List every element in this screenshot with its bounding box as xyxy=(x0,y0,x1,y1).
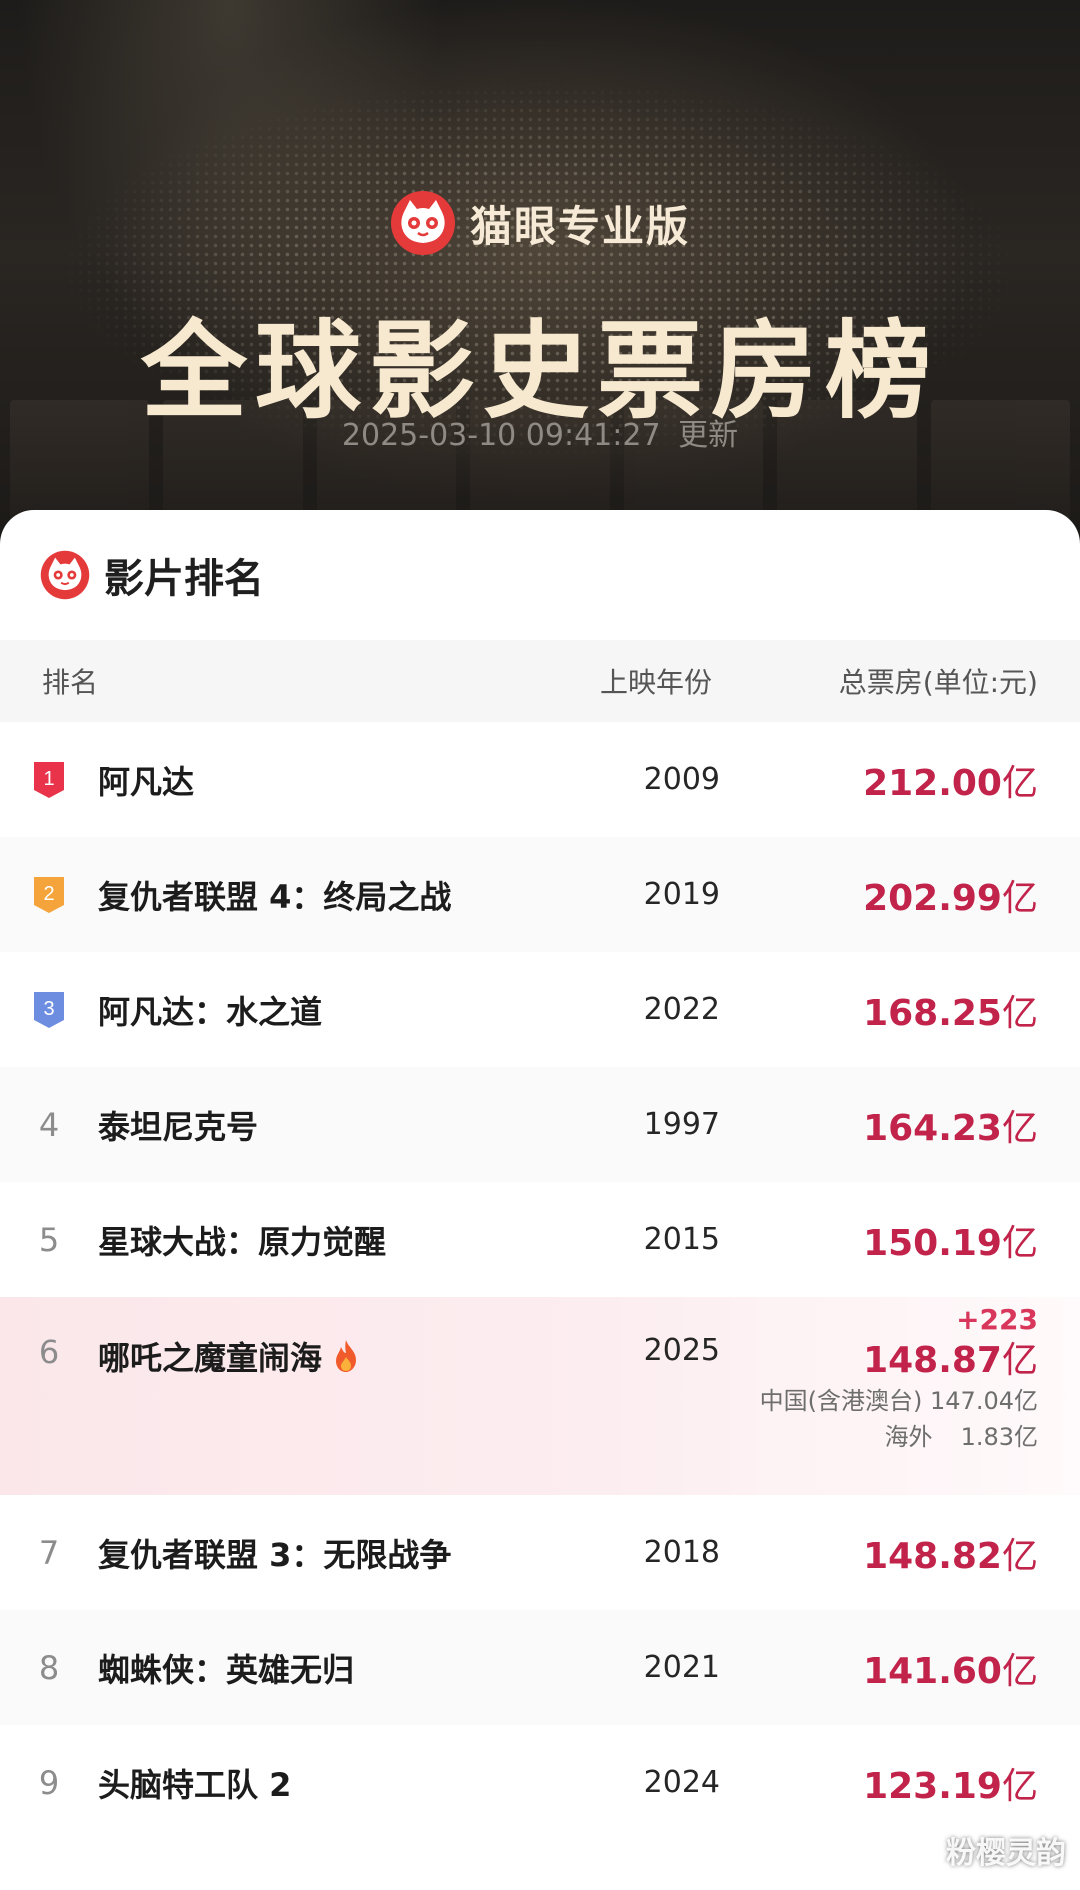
watermark: 粉樱灵韵 xyxy=(946,1836,1066,1871)
release-year: 2021 xyxy=(643,1650,720,1685)
release-year: 2009 xyxy=(643,762,720,797)
release-year: 2019 xyxy=(643,877,720,912)
table-row[interactable]: 5 星球大战：原力觉醒 2015 150.19亿 xyxy=(0,1182,1080,1297)
rank-cell: 7 xyxy=(0,1534,98,1572)
rank-number: 8 xyxy=(38,1648,60,1687)
release-year: 2025 xyxy=(643,1333,720,1368)
movie-title: 复仇者联盟 3：无限战争 xyxy=(98,1535,452,1574)
box-office-total: 202.99亿 xyxy=(863,877,1038,919)
rank-cell: 9 xyxy=(0,1764,98,1802)
fire-icon xyxy=(336,1340,357,1372)
box-office-china: 中国(含港澳台) 147.04亿 xyxy=(759,1387,1038,1415)
box-office-delta: +223 xyxy=(956,1303,1038,1336)
table-header: 排名 上映年份 总票房(单位:元) xyxy=(0,640,1080,722)
release-year: 1997 xyxy=(643,1107,720,1142)
rank-number: 9 xyxy=(38,1763,60,1802)
movie-title: 阿凡达：水之道 xyxy=(98,992,323,1031)
box-office-total: 150.19亿 xyxy=(863,1222,1038,1264)
rank-cell: 6 xyxy=(0,1333,98,1371)
rank-number: 5 xyxy=(38,1220,60,1259)
column-rank: 排名 xyxy=(42,666,99,699)
column-year: 上映年份 xyxy=(599,666,712,699)
movie-title: 星球大战：原力觉醒 xyxy=(98,1222,387,1261)
box-office-total: 123.19亿 xyxy=(863,1765,1038,1807)
rank-1-badge-icon: 1 xyxy=(34,761,64,798)
table-row[interactable]: 1 阿凡达 2009 212.00亿 xyxy=(0,722,1080,837)
box-office-detail: +223 148.87亿 中国(含港澳台) 147.04亿 海外 1.83亿 xyxy=(720,1297,1080,1455)
movie-title: 头脑特工队 2 xyxy=(98,1765,292,1804)
release-year: 2018 xyxy=(643,1535,720,1570)
movie-title: 蜘蛛侠：英雄无归 xyxy=(98,1650,355,1689)
update-suffix: 更新 xyxy=(678,418,739,453)
table-row[interactable]: 2 复仇者联盟 4：终局之战 2019 202.99亿 xyxy=(0,837,1080,952)
ranking-card: 影片排名 排名 上映年份 总票房(单位:元) 1 阿凡达 2009 212.00… xyxy=(0,510,1080,1890)
box-office-overseas: 海外 1.83亿 xyxy=(884,1423,1038,1451)
box-office-total: 168.25亿 xyxy=(863,992,1038,1034)
rank-cell: 8 xyxy=(0,1649,98,1687)
movie-title-cell: 哪吒之魔童闹海 xyxy=(98,1333,558,1379)
box-office-total: 148.82亿 xyxy=(863,1535,1038,1577)
rank-cell: 4 xyxy=(0,1106,98,1144)
box-office-total: 141.60亿 xyxy=(863,1650,1038,1692)
card-title: 影片排名 xyxy=(104,556,264,602)
rank-number: 6 xyxy=(38,1333,60,1371)
release-year: 2022 xyxy=(643,992,720,1027)
update-timestamp: 2025-03-10 09:41:27 更新 xyxy=(0,410,1080,454)
rank-number: 7 xyxy=(38,1533,60,1572)
table-row-highlighted[interactable]: 6 哪吒之魔童闹海 2025 +223 148.87亿 中国(含港澳台) 147… xyxy=(0,1297,1080,1495)
movie-title: 哪吒之魔童闹海 xyxy=(98,1339,323,1377)
table-row[interactable]: 4 泰坦尼克号 1997 164.23亿 xyxy=(0,1067,1080,1182)
rank-cell: 5 xyxy=(0,1221,98,1259)
box-office-total: 212.00亿 xyxy=(863,762,1038,804)
maoyan-cat-icon xyxy=(40,550,90,600)
update-time: 2025-03-10 09:41:27 xyxy=(341,418,661,453)
hero-banner: 猫眼专业版 全球影史票房榜 2025-03-10 09:41:27 更新 xyxy=(0,0,1080,560)
movie-title: 泰坦尼克号 xyxy=(98,1107,259,1146)
svg-text:3: 3 xyxy=(43,998,54,1020)
table-row[interactable]: 8 蜘蛛侠：英雄无归 2021 141.60亿 xyxy=(0,1610,1080,1725)
rank-3-badge-icon: 3 xyxy=(34,991,64,1028)
svg-text:2: 2 xyxy=(43,883,54,905)
release-year: 2015 xyxy=(643,1222,720,1257)
brand-row: 猫眼专业版 xyxy=(0,190,1080,256)
box-office-total: 148.87亿 xyxy=(863,1340,1038,1381)
rank-cell: 1 xyxy=(0,760,98,800)
ranking-list: 1 阿凡达 2009 212.00亿 2 复仇者联盟 4：终局之战 2019 2… xyxy=(0,722,1080,1840)
release-year: 2024 xyxy=(643,1765,720,1800)
rank-cell: 3 xyxy=(0,990,98,1030)
rank-number: 4 xyxy=(38,1105,60,1144)
rank-2-badge-icon: 2 xyxy=(34,876,64,913)
movie-title: 复仇者联盟 4：终局之战 xyxy=(98,877,452,916)
rank-cell: 2 xyxy=(0,875,98,915)
table-row[interactable]: 7 复仇者联盟 3：无限战争 2018 148.82亿 xyxy=(0,1495,1080,1610)
box-office-total: 164.23亿 xyxy=(863,1107,1038,1149)
maoyan-cat-icon xyxy=(390,191,455,255)
movie-title: 阿凡达 xyxy=(98,762,195,801)
card-header: 影片排名 xyxy=(0,510,1080,640)
brand-name: 猫眼专业版 xyxy=(469,201,690,251)
svg-text:1: 1 xyxy=(43,768,54,790)
column-total: 总票房(单位:元) xyxy=(838,666,1038,699)
table-row[interactable]: 9 头脑特工队 2 2024 123.19亿 xyxy=(0,1725,1080,1840)
table-row[interactable]: 3 阿凡达：水之道 2022 168.25亿 xyxy=(0,952,1080,1067)
